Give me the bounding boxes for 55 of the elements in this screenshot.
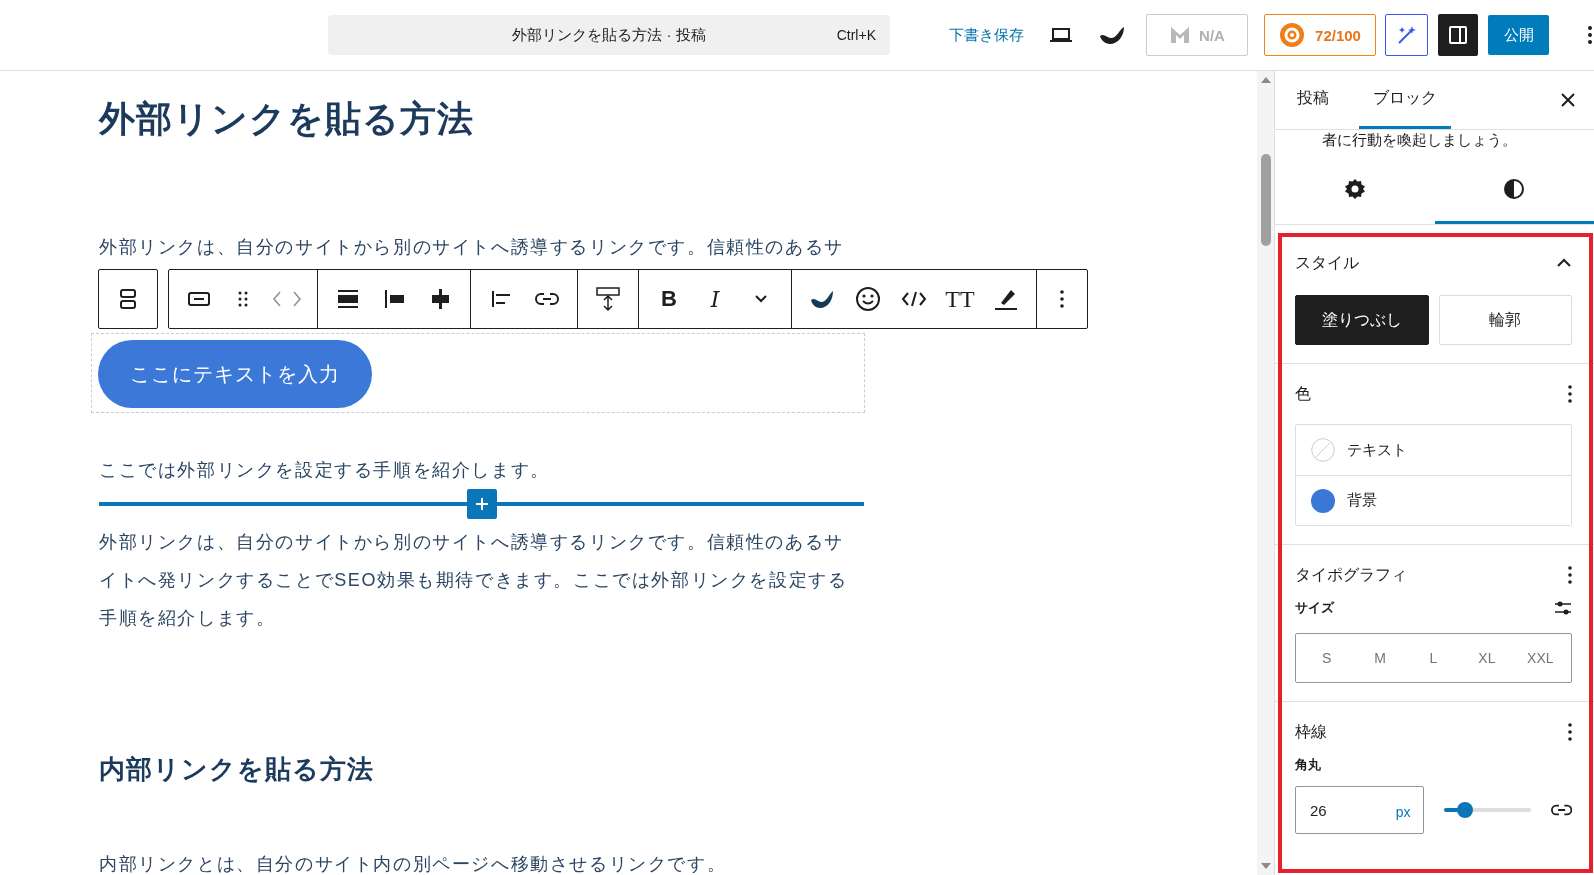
close-icon[interactable]: [1560, 92, 1576, 108]
radius-input-field[interactable]: 26 px: [1295, 786, 1424, 834]
chevron-up-icon[interactable]: [1556, 258, 1572, 268]
more-options-icon[interactable]: [1568, 566, 1572, 584]
section-title: スタイル: [1295, 252, 1359, 273]
command-bar[interactable]: 外部リンクを貼る方法 · 投稿 Ctrl+K: [328, 15, 890, 55]
magic-wand-button[interactable]: [1385, 14, 1428, 56]
style-option-button[interactable]: 輪郭: [1438, 295, 1572, 345]
size-option[interactable]: M: [1353, 638, 1407, 678]
size-option[interactable]: L: [1406, 638, 1461, 678]
plus-icon: [474, 496, 490, 512]
paragraph[interactable]: ここでは外部リンクを設定する手順を紹介します。: [99, 451, 889, 489]
link-icon[interactable]: [1550, 803, 1572, 817]
section-title: 枠線: [1295, 721, 1327, 742]
description-text: 者に行動を喚起しましょう。: [1322, 130, 1517, 150]
scroll-bar[interactable]: [1257, 71, 1274, 875]
field-label: サイズ: [1295, 599, 1334, 617]
shortcut-hint: Ctrl+K: [836, 27, 876, 43]
bold-button[interactable]: B: [648, 277, 690, 321]
paragraph[interactable]: 外部リンクは、自分のサイトから別のサイトへ誘導するリンクです。信頼性のあるサ: [99, 228, 889, 266]
drop-logo-icon[interactable]: [1098, 24, 1126, 46]
post-title[interactable]: 外部リンクを貼る方法: [99, 93, 889, 145]
contrast-icon: [1503, 177, 1526, 200]
more-options-icon[interactable]: [1587, 24, 1593, 46]
stacked-blocks-icon: [118, 288, 138, 310]
add-block-button[interactable]: [467, 489, 497, 519]
sidebar-panel-icon: [1447, 24, 1469, 46]
field-label: 角丸: [1295, 756, 1321, 774]
paragraph[interactable]: 外部リンクは、自分のサイトから別のサイトへ誘導するリンクです。信頼性のあるサイトへ発リンクすることでSEO効果も期待できます。ここでは外部リンクを設定する手順を紹介します。: [99, 523, 859, 637]
sidebar-tab[interactable]: 投稿: [1283, 71, 1343, 129]
sidebar-tab[interactable]: ブロック: [1359, 71, 1451, 129]
more-options-icon[interactable]: [1568, 723, 1572, 741]
document-title: 外部リンクを貼る方法 · 投稿: [512, 25, 706, 45]
save-draft-link[interactable]: 下書き保存: [949, 25, 1024, 45]
slider-thumb[interactable]: [1457, 802, 1474, 818]
m-logo-icon: [1169, 25, 1192, 45]
size-option[interactable]: XL: [1460, 638, 1514, 678]
section-heading[interactable]: 内部リンクを貼る方法: [99, 749, 889, 789]
color-setting-item[interactable]: 背景: [1296, 475, 1571, 525]
text-size-button[interactable]: TT: [939, 277, 981, 321]
block-type-button[interactable]: [98, 269, 158, 329]
publish-button[interactable]: 公開: [1488, 15, 1549, 55]
settings-icon: [1343, 177, 1366, 200]
section-title: 色: [1295, 383, 1311, 404]
cta-button[interactable]: ここにテキストを入力: [98, 340, 372, 408]
size-option[interactable]: S: [1300, 638, 1354, 678]
sliders-icon[interactable]: [1554, 600, 1572, 616]
paragraph[interactable]: 内部リンクとは、自分のサイト内の別ページへ移動させるリンクです。: [99, 845, 889, 875]
more-options-icon[interactable]: [1568, 385, 1572, 403]
italic-button[interactable]: I: [694, 277, 736, 321]
sidebar-toggle-button[interactable]: [1438, 14, 1478, 56]
size-option[interactable]: XXL: [1513, 638, 1568, 678]
section-title: タイポグラフィ: [1295, 564, 1407, 585]
style-option-button[interactable]: 塗りつぶし: [1295, 295, 1429, 345]
laptop-icon[interactable]: [1048, 25, 1074, 45]
